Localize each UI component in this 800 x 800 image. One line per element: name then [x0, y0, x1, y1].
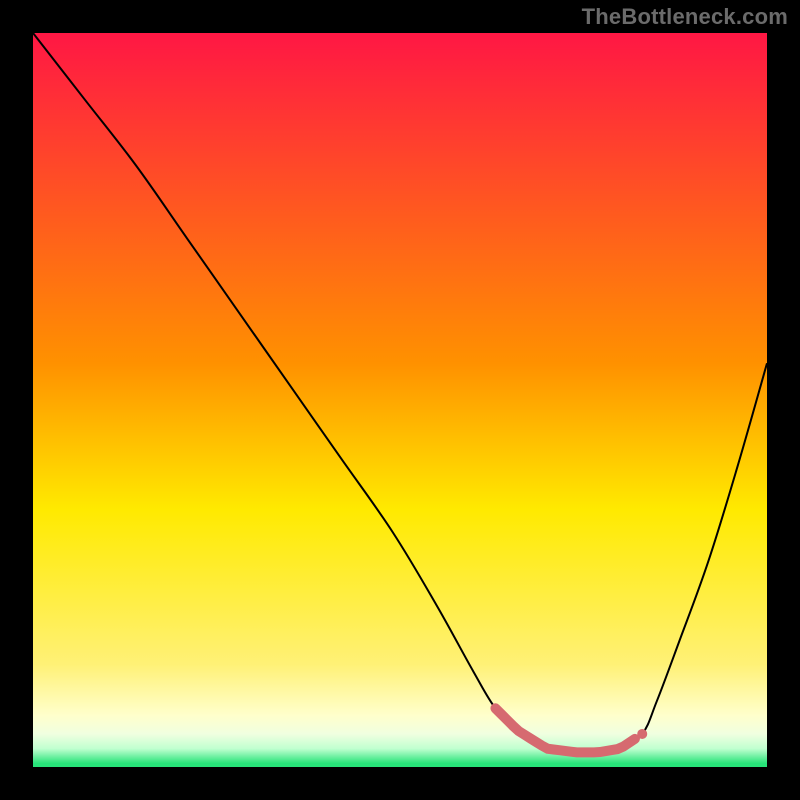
gradient-background [33, 33, 767, 767]
chart-frame: TheBottleneck.com [0, 0, 800, 800]
chart-svg [33, 33, 767, 767]
watermark-text: TheBottleneck.com [582, 4, 788, 30]
valley-end-dot [637, 729, 647, 739]
plot-area [33, 33, 767, 767]
